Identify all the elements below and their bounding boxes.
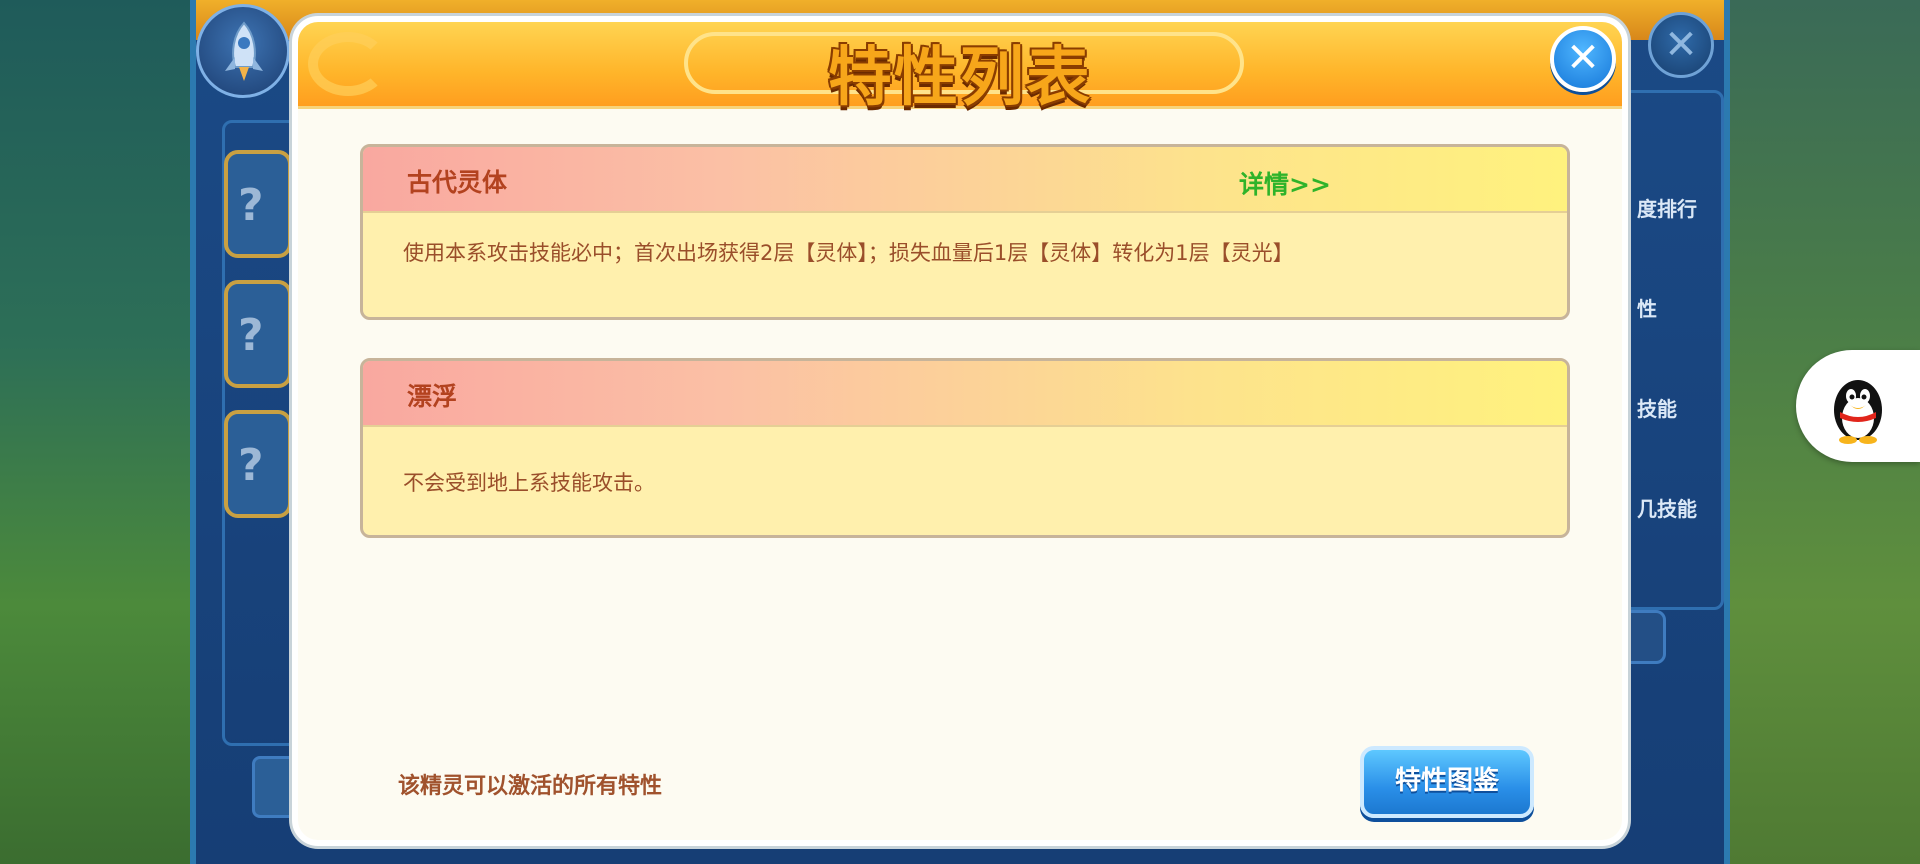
footer-note: 该精灵可以激活的所有特性 [398, 774, 663, 799]
trait-card: 漂浮 不会受到地上系技能攻击。 [360, 358, 1570, 538]
trait-card-header: 古代灵体 详情>> [363, 147, 1567, 213]
pet-slot[interactable]: ? [224, 410, 292, 518]
trait-description: 不会受到地上系技能攻击。 [403, 471, 655, 495]
modal-title: 特性列表 [828, 41, 1092, 115]
menu-label-ranking[interactable]: 度排行 [1637, 193, 1697, 222]
pet-slot[interactable]: ? [224, 280, 292, 388]
menu-label-trait[interactable]: 性 [1637, 293, 1657, 322]
trait-detail-link[interactable]: 详情>> [1239, 165, 1331, 201]
trait-card-header: 漂浮 [363, 361, 1567, 427]
close-icon[interactable]: ✕ [1550, 26, 1616, 92]
qq-penguin-icon [1834, 380, 1882, 444]
trait-card: 古代灵体 详情>> 使用本系攻击技能必中；首次出场获得2层【灵体】；损失血量后1… [360, 144, 1570, 320]
trait-handbook-button[interactable]: 特性图鉴 [1360, 746, 1534, 818]
qq-float-button[interactable] [1796, 350, 1920, 462]
menu-label-skill-2[interactable]: 几技能 [1637, 493, 1697, 522]
rocket-button[interactable] [196, 4, 290, 98]
trait-description: 使用本系攻击技能必中；首次出场获得2层【灵体】；损失血量后1层【灵体】转化为1层… [403, 241, 1294, 265]
background-left [0, 0, 190, 864]
question-mark-icon: ? [238, 440, 264, 491]
menu-label-skill[interactable]: 技能 [1637, 393, 1677, 422]
background-close-icon[interactable]: ✕ [1648, 12, 1714, 78]
trait-name: 漂浮 [407, 382, 458, 411]
question-mark-icon: ? [238, 180, 264, 231]
pet-slot[interactable]: ? [224, 150, 292, 258]
rocket-icon [225, 21, 263, 81]
trait-list-modal: 特性列表 古代灵体 详情>> 使用本系攻击技能必中；首次出场获得2层【灵体】；损… [292, 16, 1628, 846]
trait-name: 古代灵体 [407, 168, 508, 197]
modal-header: 特性列表 [298, 22, 1622, 115]
question-mark-icon: ? [238, 310, 264, 361]
